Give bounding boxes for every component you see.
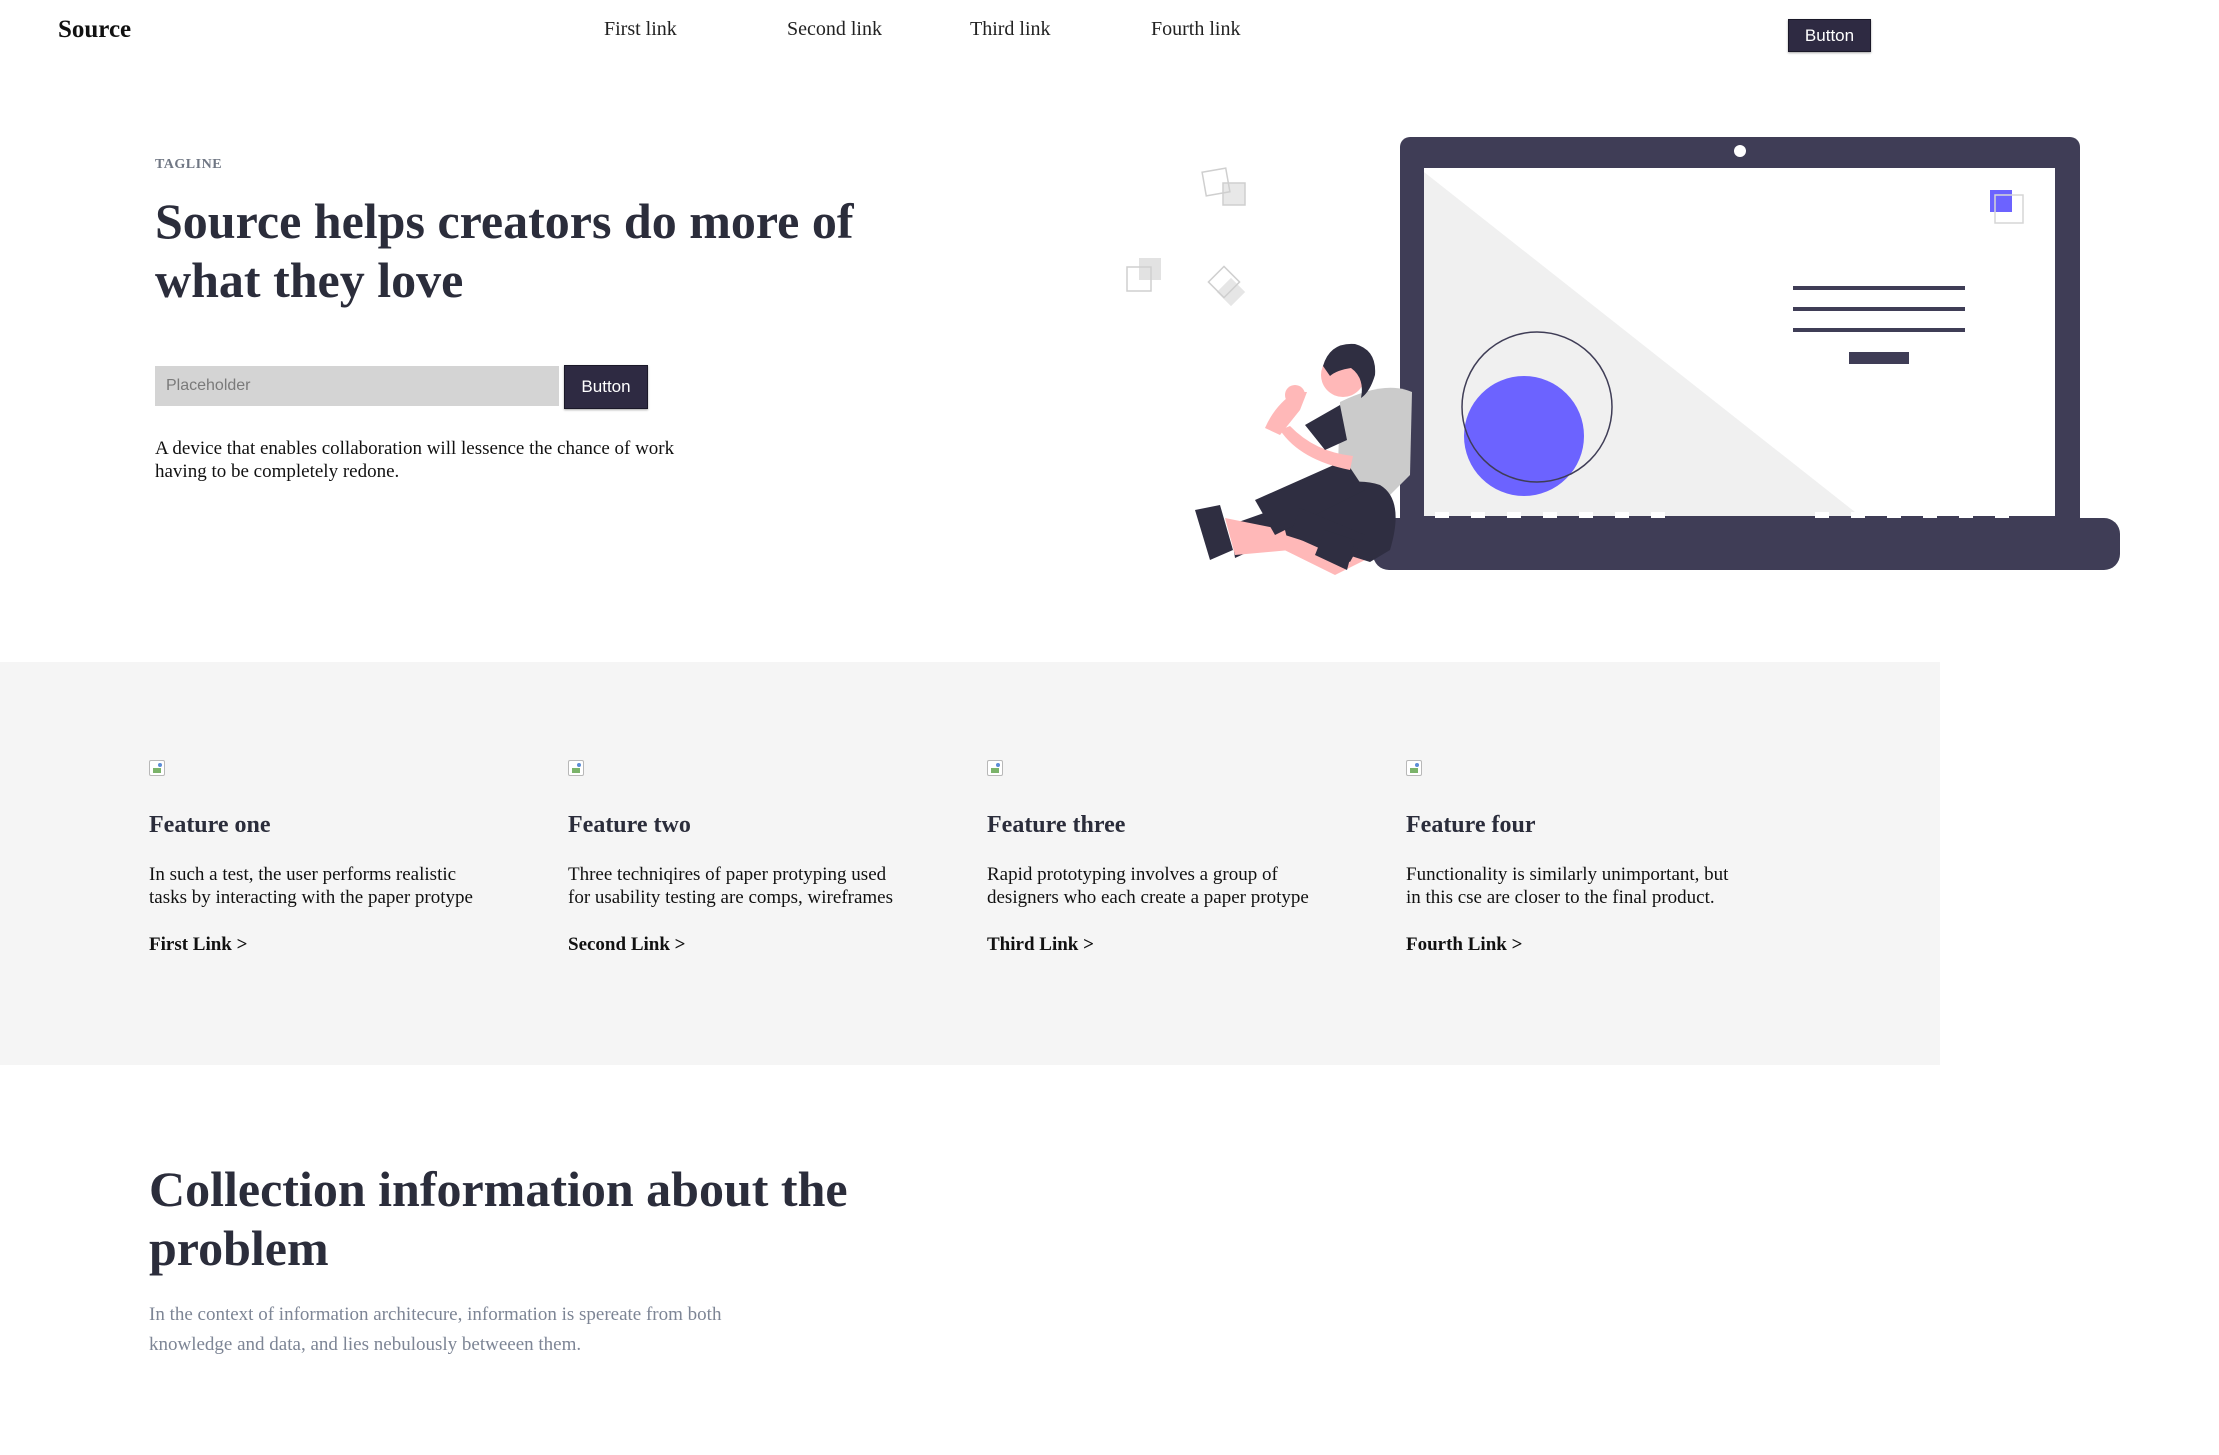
feature-card-four: Feature four Functionality is similarly …	[1406, 760, 1736, 956]
hero-submit-button[interactable]: Button	[564, 365, 648, 409]
feature-link-third[interactable]: Third Link >	[987, 934, 1317, 956]
feature-text: Rapid prototyping involves a group of de…	[987, 864, 1309, 908]
feature-card-three: Feature three Rapid prototyping involves…	[987, 760, 1317, 956]
nav-link-second[interactable]: Second link	[787, 18, 882, 41]
broken-image-icon	[1406, 760, 1422, 776]
broken-image-icon	[149, 760, 165, 776]
hero-input[interactable]	[155, 366, 559, 406]
nav-button[interactable]: Button	[1788, 19, 1871, 52]
hero-tagline: TAGLINE	[155, 157, 223, 172]
nav-link-first[interactable]: First link	[604, 18, 677, 41]
feature-link-second[interactable]: Second Link >	[568, 934, 898, 956]
person-with-laptop-illustration	[1126, 137, 2120, 575]
floating-squares	[1126, 167, 1246, 307]
broken-image-icon	[987, 760, 1003, 776]
feature-title: Feature two	[568, 812, 691, 838]
site-logo[interactable]: Source	[58, 16, 131, 44]
hero-title: Source helps creators do more of what th…	[155, 193, 854, 308]
nav-link-third[interactable]: Third link	[970, 18, 1051, 41]
person-figure	[1195, 343, 1412, 575]
collection-description: In the context of information architecur…	[149, 1304, 722, 1355]
broken-image-icon	[568, 760, 584, 776]
feature-text: Three techniqires of paper protyping use…	[568, 864, 894, 908]
feature-card-one: Feature one In such a test, the user per…	[149, 760, 479, 956]
feature-link-first[interactable]: First Link >	[149, 934, 479, 956]
feature-title: Feature four	[1406, 812, 1536, 838]
feature-title: Feature three	[987, 812, 1126, 838]
feature-text: Functionality is similarly unimportant, …	[1406, 864, 1729, 908]
feature-title: Feature one	[149, 812, 271, 838]
collection-title: Collection information about the problem	[149, 1161, 848, 1276]
feature-link-fourth[interactable]: Fourth Link >	[1406, 934, 1736, 956]
laptop	[1373, 137, 2120, 570]
nav-link-fourth[interactable]: Fourth link	[1151, 18, 1240, 41]
feature-text: In such a test, the user performs realis…	[149, 864, 473, 908]
hero-description: A device that enables collaboration will…	[155, 438, 675, 482]
feature-card-two: Feature two Three techniqires of paper p…	[568, 760, 898, 956]
